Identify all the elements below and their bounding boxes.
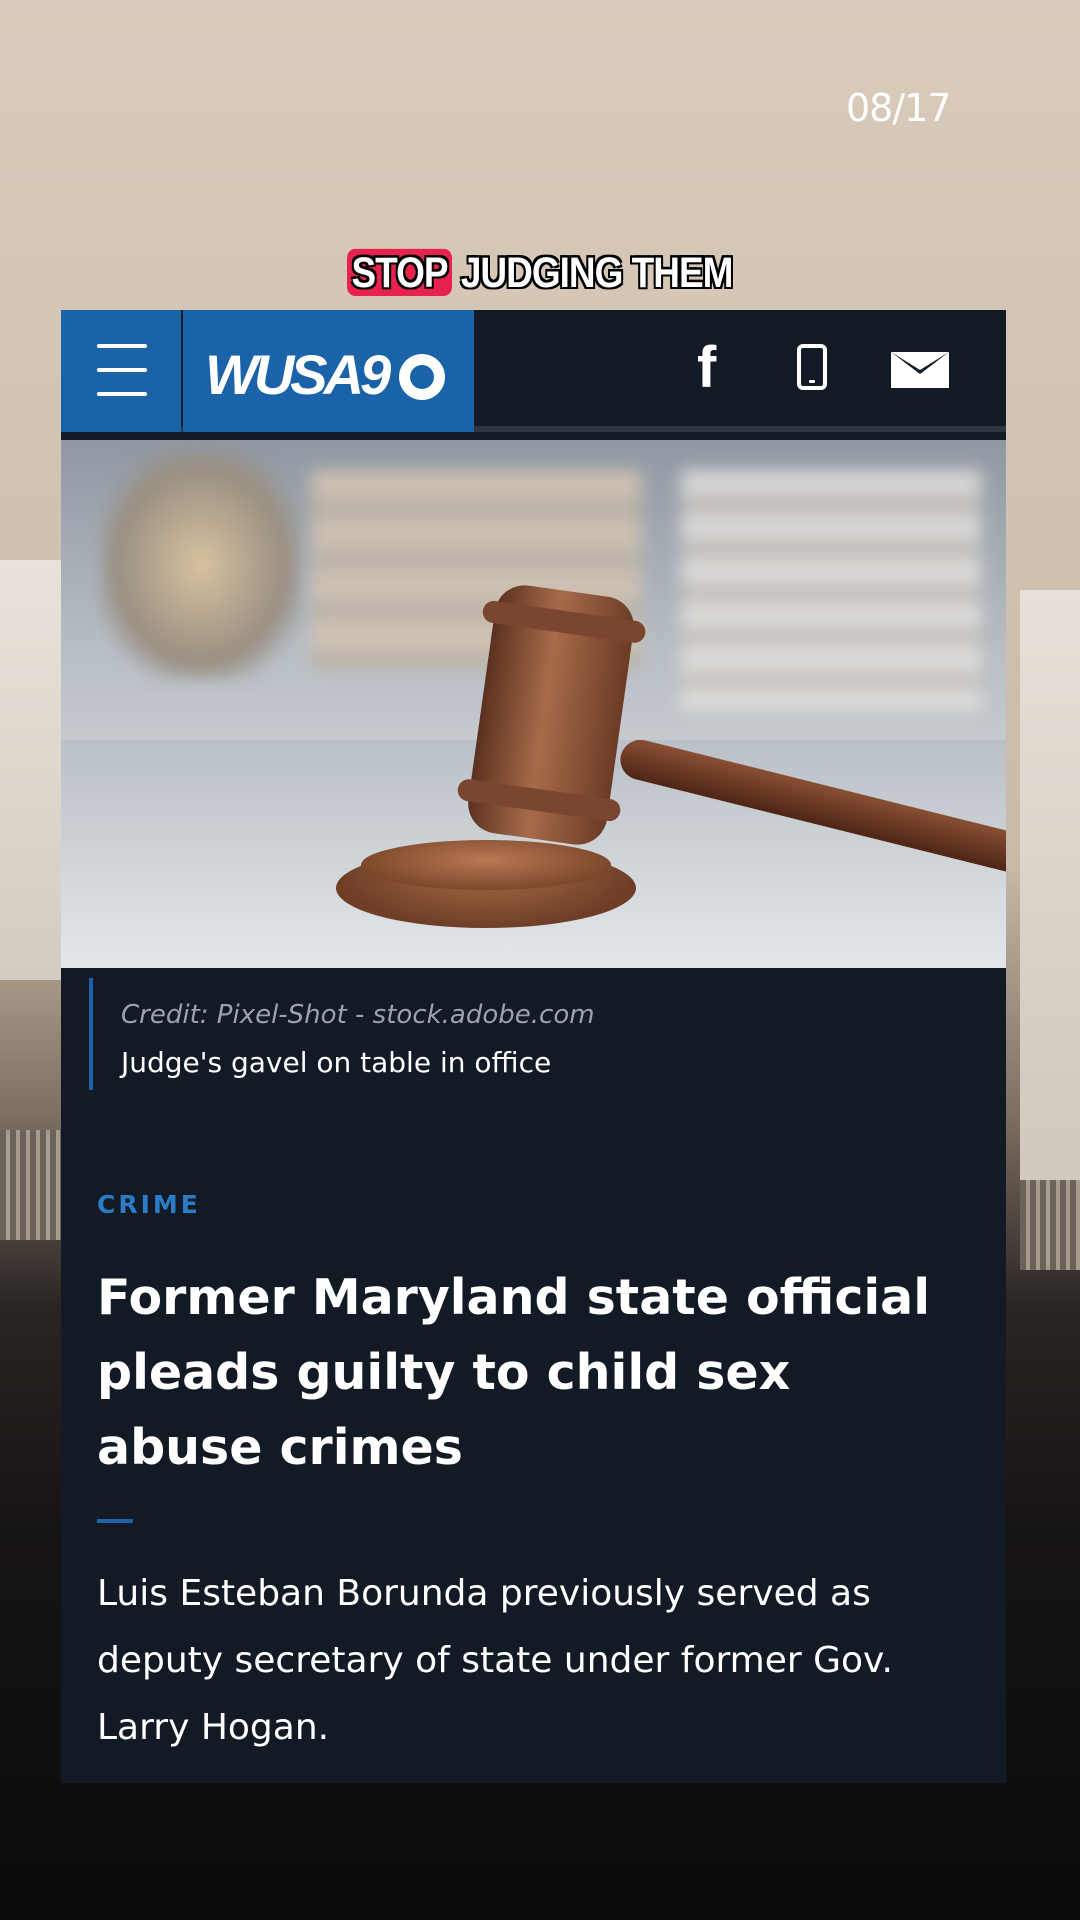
gavel-sound-block-top (361, 840, 611, 890)
article-screenshot-card: WUSA9 f Credit: Pixel-Shot - stock.adobe… (61, 310, 1006, 1783)
mail-icon[interactable] (891, 352, 949, 388)
background-rug-right (1020, 1180, 1080, 1270)
slide-counter: 08/17 (846, 86, 952, 130)
background-lamp (101, 450, 301, 680)
article-headline: Former Maryland state official pleads gu… (97, 1269, 931, 1476)
image-credit: Credit: Pixel-Shot - stock.adobe.com (121, 1000, 595, 1030)
site-header: WUSA9 f (61, 310, 1006, 432)
menu-icon (97, 368, 147, 372)
caption-highlight-word: STOP (347, 248, 452, 296)
background-books-right (681, 470, 981, 710)
caption-rest: JUDGING THEM (460, 248, 734, 296)
article-hero-image (61, 440, 1006, 968)
background-rug-left (0, 1130, 62, 1240)
menu-icon (97, 392, 147, 396)
logo-wordmark: WUSA9 (205, 343, 391, 406)
phone-icon[interactable] (797, 344, 827, 390)
background-wall-left (0, 560, 62, 980)
site-logo[interactable]: WUSA9 (183, 310, 474, 432)
facebook-icon[interactable]: f (697, 334, 716, 401)
video-caption: STOP JUDGING THEM (0, 248, 1080, 297)
cbs-eye-icon (399, 354, 445, 400)
image-caption-block: Credit: Pixel-Shot - stock.adobe.com Jud… (89, 978, 973, 1090)
section-label[interactable]: CRIME (97, 1190, 201, 1219)
menu-icon (97, 344, 147, 348)
headline-divider (97, 1519, 133, 1523)
menu-button[interactable] (61, 310, 181, 432)
image-caption: Judge's gavel on table in office (121, 1046, 552, 1079)
gavel-head (464, 581, 638, 849)
background-wall-right (1020, 590, 1080, 1230)
article-summary: Luis Esteban Borunda previously served a… (97, 1573, 893, 1748)
